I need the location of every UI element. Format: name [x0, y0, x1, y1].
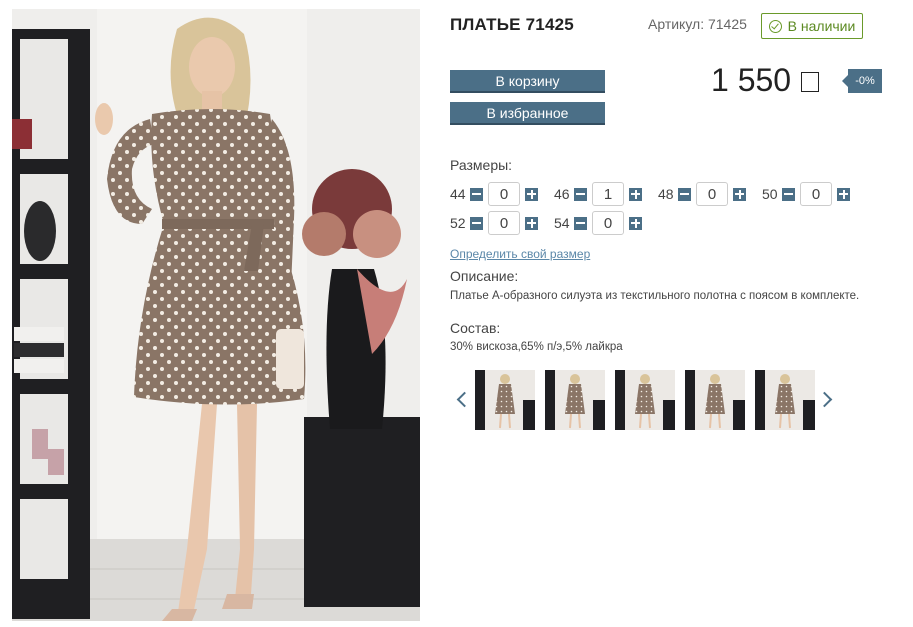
size-row-52: 52 0 [450, 211, 538, 235]
composition-text: 30% вискоза,65% п/э,5% лайкра [450, 341, 623, 353]
product-title: ПЛАТЬЕ 71425 [450, 15, 574, 34]
minus-icon[interactable] [574, 216, 587, 230]
check-circle-icon [768, 19, 782, 33]
add-to-favorites-button[interactable]: В избранное [450, 102, 605, 125]
plus-icon[interactable] [525, 216, 538, 230]
size-label: 44 [450, 186, 466, 202]
price: 1 550 [711, 62, 820, 99]
size-row-44: 44 0 [450, 182, 538, 206]
minus-icon[interactable] [574, 187, 587, 201]
size-label: 54 [554, 215, 570, 231]
thumbnail-image[interactable] [755, 370, 815, 430]
size-label: 46 [554, 186, 570, 202]
chevron-left-icon[interactable] [456, 390, 468, 410]
size-label: 52 [450, 215, 466, 231]
stock-badge: В наличии [761, 13, 863, 39]
stock-label: В наличии [787, 18, 856, 34]
product-photo[interactable] [12, 9, 420, 621]
size-row-50: 50 0 [762, 182, 850, 206]
discount-badge: -0% [842, 69, 882, 93]
quantity-input[interactable]: 0 [800, 182, 832, 206]
size-label: 48 [658, 186, 674, 202]
description-label: Описание: [450, 268, 519, 284]
quantity-input[interactable]: 0 [488, 211, 520, 235]
quantity-input[interactable]: 1 [592, 182, 624, 206]
sku-label: Артикул: 71425 [648, 16, 747, 32]
sizes-label: Размеры: [450, 157, 513, 173]
currency-icon [801, 71, 820, 92]
plus-icon[interactable] [837, 187, 850, 201]
minus-icon[interactable] [470, 216, 483, 230]
thumbnail-image[interactable] [615, 370, 675, 430]
plus-icon[interactable] [629, 187, 642, 201]
plus-icon[interactable] [525, 187, 538, 201]
chevron-right-icon[interactable] [819, 390, 831, 410]
add-to-cart-button[interactable]: В корзину [450, 70, 605, 93]
minus-icon[interactable] [678, 187, 691, 201]
thumbnail-image[interactable] [545, 370, 605, 430]
description-text: Платье А-образного силуэта из текстильно… [450, 290, 860, 302]
size-row-46: 46 1 [554, 182, 642, 206]
minus-icon[interactable] [470, 187, 483, 201]
thumbnail-image[interactable] [475, 370, 535, 430]
quantity-input[interactable]: 0 [488, 182, 520, 206]
plus-icon[interactable] [629, 216, 642, 230]
thumbnail-image[interactable] [685, 370, 745, 430]
minus-icon[interactable] [782, 187, 795, 201]
price-value: 1 550 [711, 62, 792, 98]
size-guide-link[interactable]: Определить свой размер [450, 247, 590, 261]
composition-label: Состав: [450, 320, 501, 336]
quantity-input[interactable]: 0 [696, 182, 728, 206]
size-label: 50 [762, 186, 778, 202]
size-row-54: 54 0 [554, 211, 642, 235]
plus-icon[interactable] [733, 187, 746, 201]
quantity-input[interactable]: 0 [592, 211, 624, 235]
size-row-48: 48 0 [658, 182, 746, 206]
